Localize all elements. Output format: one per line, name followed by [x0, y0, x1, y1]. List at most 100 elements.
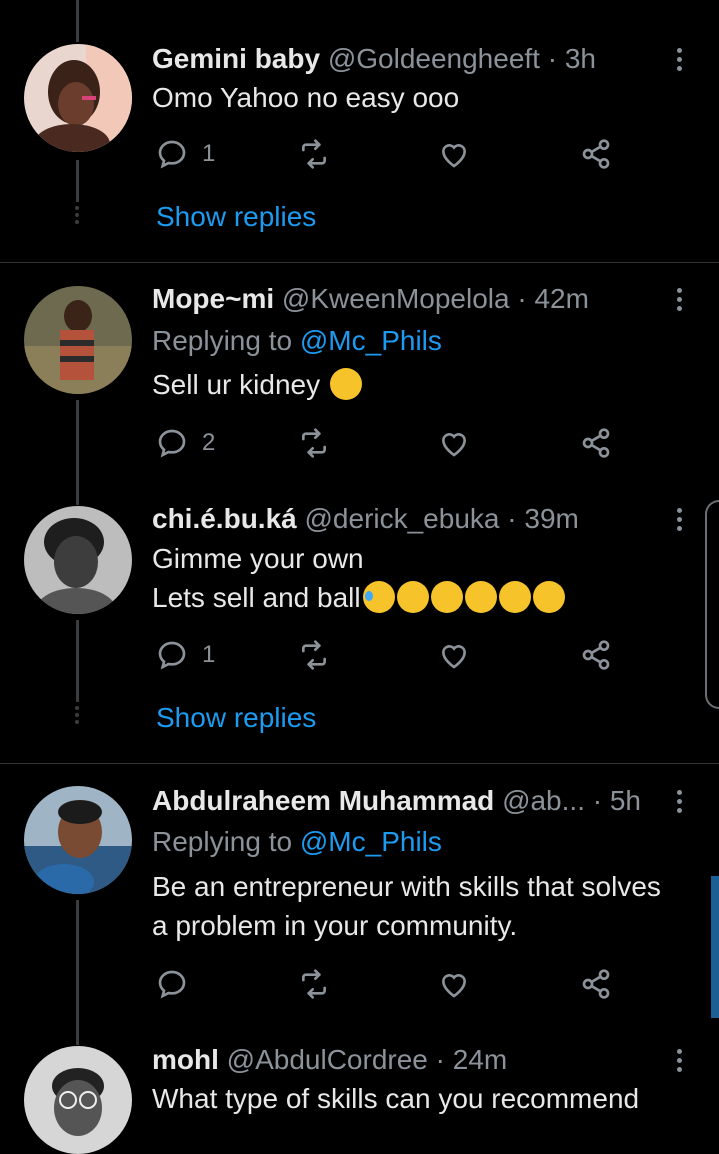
reply-text: Lets sell and ball	[152, 582, 361, 613]
timestamp[interactable]: 3h	[565, 43, 596, 74]
share-button[interactable]	[580, 635, 612, 675]
action-bar	[152, 964, 622, 1004]
like-button[interactable]	[438, 423, 470, 463]
reply-count: 1	[202, 140, 216, 167]
author-handle[interactable]: @Goldeengheeft	[328, 43, 540, 74]
reply-button[interactable]: 1	[156, 635, 215, 675]
smirk-emoji	[532, 581, 565, 613]
share-button[interactable]	[580, 423, 612, 463]
show-replies-link[interactable]: Show replies	[156, 200, 316, 234]
smirk-emoji	[498, 581, 531, 613]
author-handle[interactable]: @KweenMopelola	[282, 283, 510, 314]
comment-icon	[158, 140, 186, 169]
thread-line	[76, 160, 79, 202]
author-handle[interactable]: @AbdulCordree	[227, 1044, 428, 1075]
retweet-button[interactable]	[298, 423, 330, 463]
reply-header: Abdulraheem Muhammad @ab... · 5h	[152, 784, 669, 818]
sweat-smile-emoji	[362, 581, 395, 613]
thread-line	[76, 400, 79, 505]
heart-icon	[441, 645, 467, 669]
timestamp[interactable]: 5h	[610, 785, 641, 816]
retweet-icon	[302, 640, 326, 670]
reply-text: Be an entrepreneur with skills that solv…	[152, 871, 661, 902]
like-button[interactable]	[438, 635, 470, 675]
replying-to-mention[interactable]: @Mc_Phils	[300, 325, 442, 356]
reply-header: Mope~mi @KweenMopelola · 42m	[152, 282, 669, 316]
author-name[interactable]: chi.é.bu.ká	[152, 503, 297, 534]
heart-icon	[441, 974, 467, 998]
reply-header: mohl @AbdulCordree · 24m	[152, 1043, 669, 1077]
more-options-icon[interactable]	[667, 1043, 691, 1077]
avatar[interactable]	[24, 506, 132, 614]
retweet-button[interactable]	[298, 134, 330, 174]
author-name[interactable]: Mope~mi	[152, 283, 274, 314]
reply-text: Gimme your own	[152, 543, 364, 574]
share-icon	[582, 640, 610, 670]
replying-to-label: Replying to	[152, 325, 293, 356]
retweet-button[interactable]	[298, 635, 330, 675]
author-name[interactable]: Abdulraheem Muhammad	[152, 785, 494, 816]
reply-text: What type of skills can you recommend	[152, 1083, 640, 1114]
author-name[interactable]: Gemini baby	[152, 43, 320, 74]
comment-icon	[158, 641, 186, 670]
author-name[interactable]: mohl	[152, 1044, 219, 1075]
reply-button[interactable]: 2	[156, 423, 215, 463]
avatar[interactable]	[24, 786, 132, 894]
thread-line	[76, 900, 79, 1045]
thread-line	[76, 620, 79, 702]
avatar[interactable]	[24, 286, 132, 394]
more-options-icon[interactable]	[667, 282, 691, 316]
rolling-eyes-emoji	[329, 368, 362, 400]
author-handle[interactable]: @derick_ebuka	[305, 503, 500, 534]
retweet-icon	[302, 139, 326, 169]
separator-dot: ·	[592, 785, 603, 816]
replying-to: Replying to @Mc_Phils	[152, 823, 699, 861]
action-bar: 1	[152, 134, 622, 174]
more-options-icon[interactable]	[667, 42, 691, 76]
reply-count: 1	[202, 641, 216, 668]
share-button[interactable]	[580, 134, 612, 174]
heart-icon	[441, 433, 467, 457]
timestamp[interactable]: 39m	[524, 503, 578, 534]
reply-button[interactable]	[156, 964, 188, 1004]
tears-of-joy-emoji	[396, 581, 429, 613]
replying-to: Replying to @Mc_Phils	[152, 322, 699, 360]
separator-dot: ·	[547, 43, 558, 74]
action-bar: 2	[152, 423, 622, 463]
reply-header: Gemini baby @Goldeengheeft · 3h	[152, 42, 669, 76]
scroll-edge-indicator	[705, 500, 719, 709]
separator-dot: ·	[507, 503, 517, 534]
divider	[0, 262, 719, 263]
smirk-emoji	[464, 581, 497, 613]
tears-of-joy-emoji	[430, 581, 463, 613]
share-button[interactable]	[580, 964, 612, 1004]
heart-icon	[441, 144, 467, 168]
timestamp[interactable]: 24m	[453, 1044, 507, 1075]
reply-text-line: Lets sell and ball	[152, 579, 699, 617]
author-handle[interactable]: @ab...	[502, 785, 585, 816]
reply-text: Sell ur kidney	[152, 369, 321, 400]
action-bar: 1	[152, 635, 622, 675]
retweet-button[interactable]	[298, 964, 330, 1004]
show-replies-link[interactable]: Show replies	[156, 701, 316, 735]
replying-to-label: Replying to	[152, 826, 293, 857]
share-icon	[582, 428, 610, 458]
scrollbar-thumb[interactable]	[711, 876, 719, 1018]
separator-dot: ·	[517, 283, 527, 314]
avatar[interactable]	[24, 1046, 132, 1154]
like-button[interactable]	[438, 964, 470, 1004]
avatar[interactable]	[24, 44, 132, 152]
retweet-icon	[302, 969, 326, 999]
share-icon	[582, 139, 610, 169]
more-options-icon[interactable]	[667, 502, 691, 536]
reply-text-line: Sell ur kidney	[152, 366, 699, 404]
retweet-icon	[302, 428, 326, 458]
reply-header: chi.é.bu.ká @derick_ebuka · 39m	[152, 502, 669, 536]
comment-icon	[158, 970, 186, 999]
more-options-icon[interactable]	[667, 784, 691, 818]
thread-more-dots	[73, 703, 81, 727]
like-button[interactable]	[438, 134, 470, 174]
replying-to-mention[interactable]: @Mc_Phils	[300, 826, 442, 857]
reply-button[interactable]: 1	[156, 134, 215, 174]
timestamp[interactable]: 42m	[534, 283, 588, 314]
